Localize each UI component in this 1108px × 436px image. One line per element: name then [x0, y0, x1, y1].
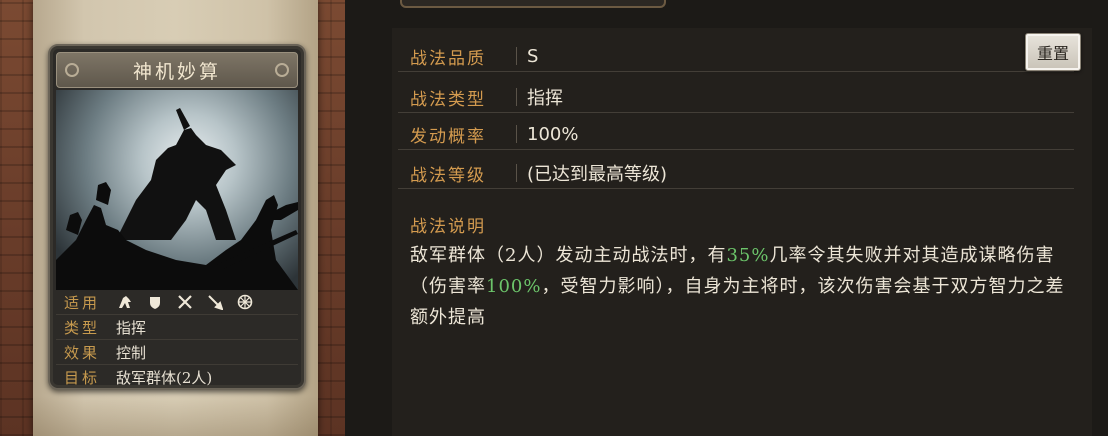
- attribute-value: S: [527, 45, 539, 67]
- attribute-label: 战法等级: [410, 165, 486, 186]
- attribute-row-quality: 战法品质 S: [398, 41, 1074, 72]
- attribute-label: 战法品质: [410, 48, 486, 69]
- info-value: 控制: [116, 343, 147, 362]
- skill-card-artwork: [56, 90, 298, 290]
- info-label: 类型: [64, 318, 101, 337]
- info-value: 指挥: [116, 318, 147, 337]
- attribute-label: 发动概率: [410, 126, 486, 147]
- ornament-icon: [65, 63, 79, 77]
- divider: [516, 125, 517, 143]
- ornament-icon: [275, 63, 289, 77]
- info-row-type: 类型 指挥: [56, 315, 298, 340]
- description-title: 战法说明: [410, 217, 486, 237]
- attribute-row-trigger-rate: 发动概率 100%: [398, 119, 1074, 150]
- attribute-label: 战法类型: [410, 89, 486, 110]
- spear-icon: [206, 293, 224, 311]
- skill-name: 神机妙算: [132, 60, 221, 83]
- info-row-effect: 效果 控制: [56, 340, 298, 365]
- horseman-silhouette-illustration: [56, 108, 298, 290]
- info-value: 敌军群体(2人): [116, 368, 213, 387]
- skill-card: 神机妙算 适用 类型 指挥 效果 控制 目标 敌军群体(2人): [48, 44, 306, 390]
- crossed-swords-icon: [176, 293, 194, 311]
- skill-card-info: 适用 类型 指挥 效果 控制 目标 敌军群体(2人): [56, 290, 298, 388]
- shield-icon: [146, 293, 164, 311]
- attribute-value: 100%: [527, 123, 579, 145]
- tab-frame-decoration: [400, 0, 666, 8]
- info-label: 效果: [64, 343, 101, 362]
- attribute-value: (已达到最高等级): [527, 164, 668, 185]
- attribute-value: 指挥: [527, 88, 563, 109]
- skill-card-title: 神机妙算: [56, 52, 298, 88]
- attribute-row-type: 战法类型 指挥: [398, 82, 1074, 113]
- divider: [516, 164, 517, 182]
- description-highlight-damage-rate: 100%: [486, 276, 542, 297]
- info-row-target: 目标 敌军群体(2人): [56, 365, 298, 388]
- cavalry-icon: [116, 293, 134, 311]
- description-text: 敌军群体（2人）发动主动战法时，有35%几率令其失败并对其造成谋略伤害（伤害率1…: [410, 240, 1082, 333]
- info-label: 适用: [64, 293, 101, 312]
- reset-button[interactable]: 重置: [1025, 33, 1081, 71]
- divider: [516, 47, 517, 65]
- info-row-applicable: 适用: [56, 290, 298, 315]
- attribute-row-level: 战法等级 (已达到最高等级): [398, 158, 1074, 189]
- troop-type-icons: [116, 293, 254, 311]
- description-part: 敌军群体（2人）发动主动战法时，有: [410, 245, 727, 266]
- description-highlight-probability: 35%: [726, 245, 770, 266]
- info-label: 目标: [64, 368, 101, 387]
- divider: [516, 88, 517, 106]
- wheel-icon: [236, 293, 254, 311]
